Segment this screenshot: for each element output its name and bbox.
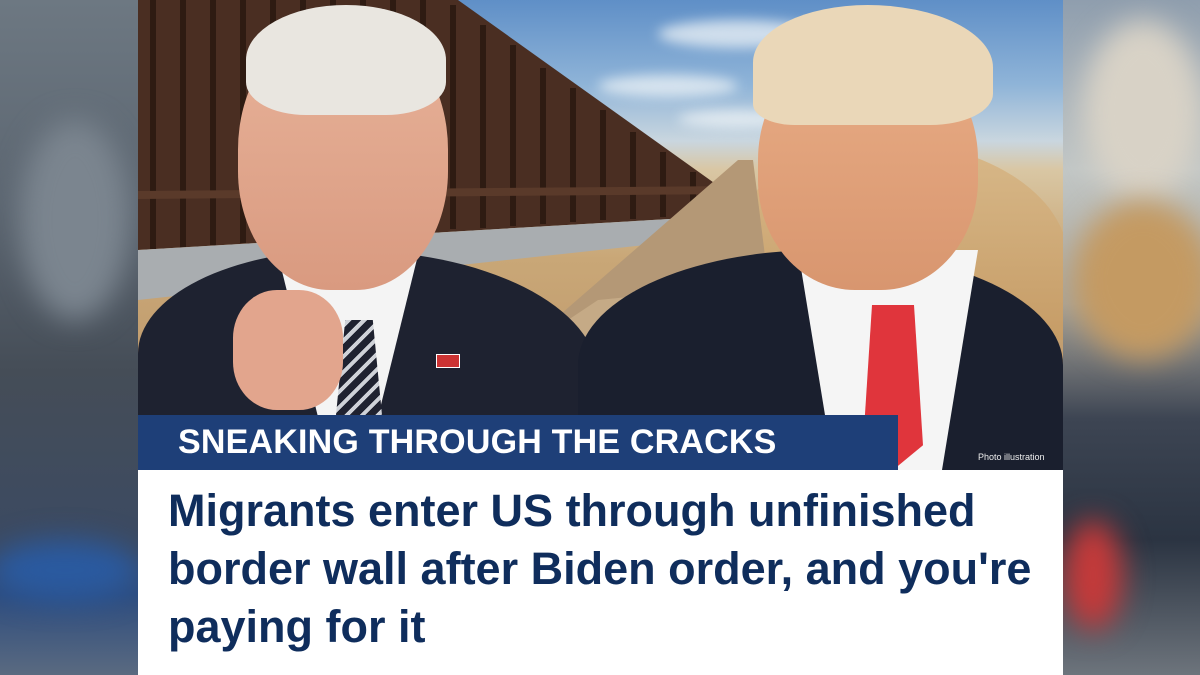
photo-credit: Photo illustration — [978, 452, 1045, 462]
headline-banner: SNEAKING THROUGH THE CRACKS — [138, 415, 898, 470]
person-left — [138, 0, 598, 470]
blurred-background-left — [0, 0, 138, 675]
article-photo — [138, 0, 1063, 470]
article-headline[interactable]: Migrants enter US through unfinished bor… — [168, 482, 1038, 656]
article-card: SNEAKING THROUGH THE CRACKS Photo illust… — [138, 0, 1063, 675]
person-right — [578, 0, 1063, 470]
blurred-background-right — [1063, 0, 1200, 675]
banner-text: SNEAKING THROUGH THE CRACKS — [178, 423, 777, 461]
